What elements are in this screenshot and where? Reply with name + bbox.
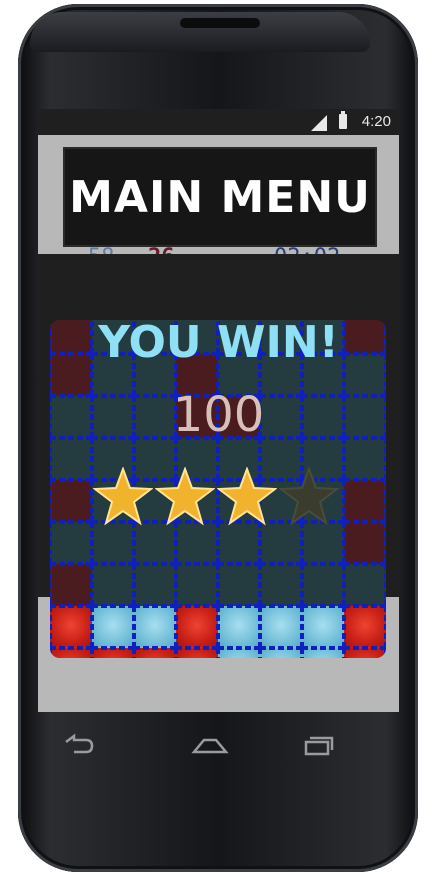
status-time: 4:20: [361, 113, 391, 130]
board-cell[interactable]: [134, 648, 176, 658]
board-cell[interactable]: [134, 606, 176, 648]
battery-icon: [339, 111, 347, 129]
screen: 4:20 58 26 02:02 YOU WIN! 100 MAIN MENU: [38, 109, 399, 712]
board-cell[interactable]: [344, 648, 386, 658]
star-filled-icon: [93, 467, 153, 526]
star-rating: [93, 467, 353, 527]
board-cell[interactable]: [344, 606, 386, 648]
final-score: 100: [172, 387, 265, 443]
recents-icon[interactable]: [300, 730, 340, 760]
board-cell[interactable]: [92, 648, 134, 658]
board-cell[interactable]: [176, 606, 218, 648]
phone-speaker: [180, 18, 260, 28]
board-cell[interactable]: [260, 648, 302, 658]
board-cell[interactable]: [92, 606, 134, 648]
board-cell[interactable]: [176, 648, 218, 658]
android-nav-bar: [60, 730, 380, 760]
signal-icon: [311, 115, 327, 131]
main-menu-button[interactable]: MAIN MENU: [63, 147, 377, 247]
board-cell[interactable]: [260, 606, 302, 648]
win-title: YOU WIN!: [98, 317, 339, 368]
board-cell[interactable]: [302, 648, 344, 658]
board-cell[interactable]: [50, 648, 92, 658]
board-cell[interactable]: [218, 648, 260, 658]
board-cell[interactable]: [302, 606, 344, 648]
win-panel: YOU WIN! 100: [38, 317, 399, 592]
home-icon[interactable]: [190, 730, 230, 760]
star-empty-icon: [279, 467, 339, 526]
status-bar: 4:20: [38, 109, 399, 135]
star-filled-icon: [155, 467, 215, 526]
back-icon[interactable]: [60, 730, 100, 760]
star-filled-icon: [217, 467, 277, 526]
board-cell[interactable]: [50, 606, 92, 648]
board-cell[interactable]: [218, 606, 260, 648]
